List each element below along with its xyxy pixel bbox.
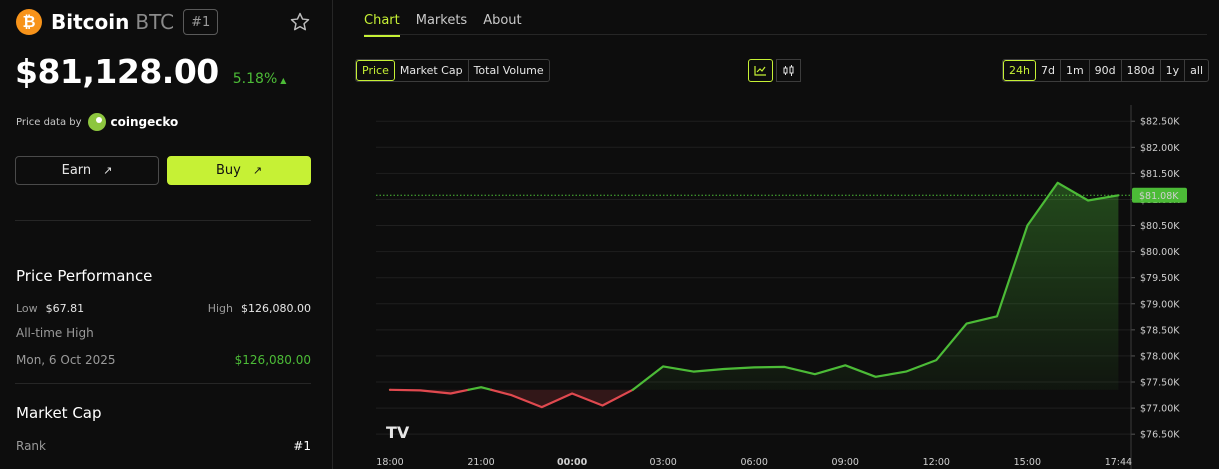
coin-summary-panel: ₿ Bitcoin BTC #1 $81,128.00 5.18% ▲ Pric…: [0, 0, 333, 469]
chart-panel: Chart Markets About Price Market Cap Tot…: [334, 0, 1219, 469]
range-7d-button[interactable]: 7d: [1036, 60, 1061, 81]
ath-row: Mon, 6 Oct 2025 $126,080.00: [16, 353, 311, 367]
rank-label: Rank: [16, 439, 46, 453]
x-axis: 18:00 21:00 00:00 03:00 06:00 09:00 12:00 15:00…: [376, 457, 1132, 468]
price-row: $81,128.00 5.18% ▲: [15, 52, 286, 91]
chart-type-selector: [748, 59, 801, 82]
divider: [15, 220, 311, 221]
y-axis: $76.50K $77.00K $77.50K $78.00K $78.50K $79.0…: [1130, 105, 1187, 469]
metric-selector: Price Market Cap Total Volume: [355, 59, 550, 82]
range-180d-button[interactable]: 180d: [1122, 60, 1161, 81]
tradingview-watermark: TV: [386, 423, 410, 442]
earn-label: Earn: [61, 163, 92, 178]
high-value: $126,080.00: [241, 302, 311, 315]
rank-value: #1: [293, 439, 311, 453]
low-group: Low $67.81: [16, 302, 84, 315]
tabs-divider: [364, 34, 1207, 35]
buy-label: Buy: [215, 163, 241, 178]
chart-area-fill: [390, 182, 1119, 408]
y-tick-label: $78.00K: [1140, 351, 1180, 362]
coingecko-logo-icon: [87, 113, 106, 131]
y-tick-label: $79.50K: [1140, 273, 1180, 284]
range-1y-button[interactable]: 1y: [1161, 60, 1186, 81]
ath-date: Mon, 6 Oct 2025: [16, 353, 116, 367]
price-data-source[interactable]: coingecko: [111, 115, 179, 129]
low-value: $67.81: [45, 302, 85, 315]
star-icon[interactable]: [289, 11, 311, 33]
y-tick-label: $80.50K: [1140, 221, 1180, 232]
range-1m-button[interactable]: 1m: [1061, 60, 1090, 81]
divider: [15, 383, 311, 384]
market-cap-title: Market Cap: [16, 404, 102, 422]
earn-button[interactable]: Earn ↗: [15, 156, 159, 185]
candlestick-icon[interactable]: [776, 59, 801, 82]
arrow-up-right-icon: ↗: [103, 164, 113, 177]
y-tick-label: $76.50K: [1140, 430, 1180, 441]
arrow-up-right-icon: ↗: [252, 164, 263, 177]
current-price-label: $81.08K: [1139, 191, 1179, 202]
x-tick-label: 06:00: [741, 457, 768, 468]
high-group: High $126,080.00: [208, 302, 311, 315]
x-tick-label: 18:00: [376, 457, 403, 468]
x-tick-label: 15:00: [1014, 457, 1041, 468]
x-tick-label: 17:44: [1105, 457, 1132, 468]
y-tick-label: $82.50K: [1140, 117, 1180, 128]
y-tick-label: $81.50K: [1140, 169, 1180, 180]
range-24h-button[interactable]: 24h: [1003, 60, 1036, 81]
y-tick-label: $78.50K: [1140, 325, 1180, 336]
high-label: High: [207, 302, 234, 315]
coin-name: Bitcoin: [51, 10, 130, 34]
range-90d-button[interactable]: 90d: [1090, 60, 1122, 81]
coin-header: ₿ Bitcoin BTC #1: [16, 9, 311, 35]
time-range-selector: 24h 7d 1m 90d 180d 1y all: [1002, 59, 1210, 82]
metric-total-volume-button[interactable]: Total Volume: [469, 60, 549, 81]
y-tick-label: $77.00K: [1140, 404, 1180, 415]
y-tick-label: $79.00K: [1140, 299, 1180, 310]
x-tick-label: 09:00: [832, 457, 859, 468]
x-tick-label: 12:00: [923, 457, 950, 468]
x-tick-label: 00:00: [557, 457, 588, 468]
line-chart-icon[interactable]: [748, 59, 773, 82]
coin-symbol: BTC: [135, 10, 175, 34]
caret-up-icon: ▲: [280, 76, 287, 85]
low-label: Low: [16, 302, 38, 315]
watermark-text: TV: [386, 423, 410, 442]
y-tick-label: $82.00K: [1140, 143, 1180, 154]
x-tick-label: 21:00: [467, 457, 494, 468]
y-tick-label: $80.00K: [1140, 247, 1180, 258]
x-tick-label: 03:00: [649, 457, 676, 468]
ath-label: All-time High: [16, 326, 94, 340]
buy-button[interactable]: Buy ↗: [167, 156, 311, 185]
area-fill-up: [632, 182, 1119, 390]
ath-label-row: All-time High: [16, 326, 311, 340]
range-all-button[interactable]: all: [1185, 60, 1208, 81]
metric-price-button[interactable]: Price: [356, 60, 395, 81]
price-change: 5.18%: [232, 71, 278, 87]
rank-row: Rank #1: [16, 439, 311, 453]
current-price: $81,128.00: [15, 52, 219, 91]
price-chart[interactable]: $76.50K $77.00K $77.50K $78.00K $78.50K $79.0…: [334, 100, 1219, 469]
metric-market-cap-button[interactable]: Market Cap: [395, 60, 469, 81]
low-high-row: Low $67.81 High $126,080.00: [16, 302, 311, 315]
y-tick-label: $77.50K: [1140, 378, 1180, 389]
price-performance-title: Price Performance: [16, 267, 153, 285]
bitcoin-logo-icon: ₿: [16, 9, 42, 35]
price-data-attribution: Price data by coingecko: [16, 113, 178, 131]
ath-value: $126,080.00: [234, 353, 311, 367]
rank-badge: #1: [183, 9, 219, 35]
price-data-label: Price data by: [16, 116, 82, 128]
